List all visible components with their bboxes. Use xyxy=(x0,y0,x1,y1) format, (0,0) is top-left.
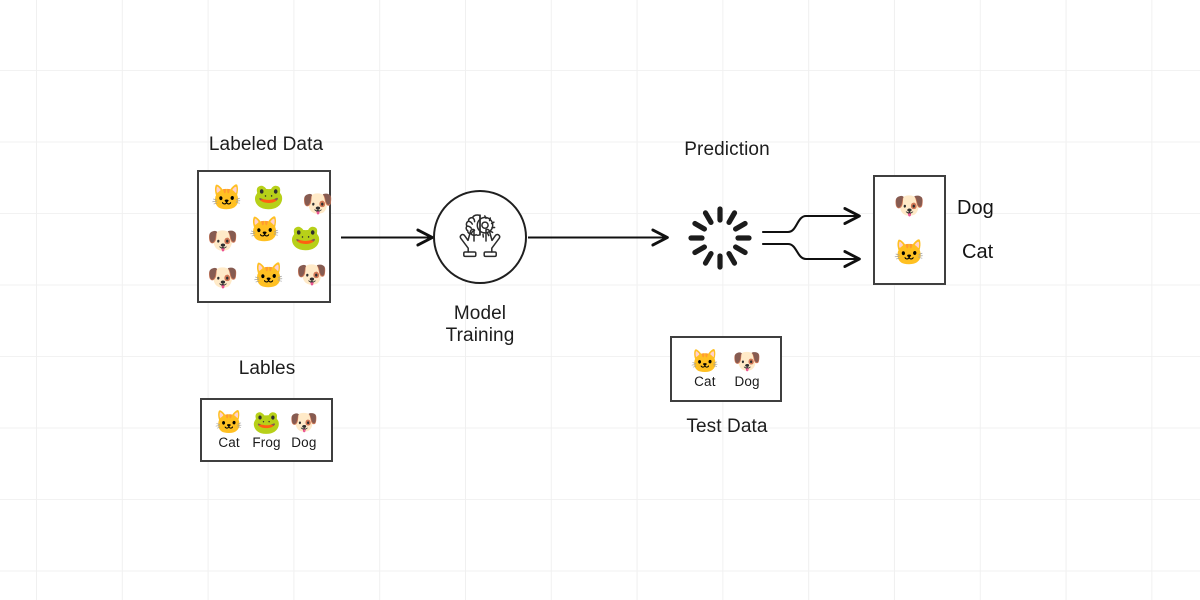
labels-caption: Lables xyxy=(238,358,296,379)
output-box: 🐶 🐱 xyxy=(873,175,946,285)
labels-box: 🐱 Cat 🐸 Frog 🐶 Dog xyxy=(200,398,333,462)
test-data-box: 🐱 Cat 🐶 Dog xyxy=(670,336,782,402)
diagram-canvas: Labeled Data 🐱 🐸 🐶 🐶 🐱 🐸 🐶 🐱 🐶 Lables 🐱 … xyxy=(0,0,1200,600)
emoji-cat: 🐱 xyxy=(211,183,243,212)
labeled-data-row: 🐱 🐸 🐶 xyxy=(207,179,333,218)
emoji-dog: 🐶 xyxy=(296,261,328,290)
label-text: Frog xyxy=(252,435,281,451)
label-tile-dog: 🐶 Dog xyxy=(290,410,319,450)
emoji-cat: 🐱 xyxy=(253,262,285,291)
emoji-frog: 🐸 xyxy=(253,183,285,212)
labeled-data-box: 🐱 🐸 🐶 🐶 🐱 🐸 🐶 🐱 🐶 xyxy=(197,170,333,303)
label-text: Dog xyxy=(291,435,317,451)
test-data-caption: Test Data xyxy=(686,416,768,437)
model-training-caption: Model Training xyxy=(416,303,544,348)
model-training-caption-line1: Model xyxy=(453,303,507,324)
emoji-frog: 🐸 xyxy=(290,224,322,253)
test-tile-cat: 🐱 Cat xyxy=(691,349,720,389)
labeled-data-caption: Labeled Data xyxy=(208,134,324,155)
emoji-dog: 🐶 xyxy=(893,192,926,220)
emoji-dog: 🐶 xyxy=(302,190,334,219)
branch-line-bottom xyxy=(761,242,859,259)
emoji-cat: 🐱 xyxy=(690,347,720,374)
emoji-dog: 🐶 xyxy=(289,408,319,435)
label-text: Cat xyxy=(218,435,240,451)
emoji-dog: 🐶 xyxy=(207,227,239,256)
emoji-dog: 🐶 xyxy=(207,264,239,293)
emoji-frog: 🐸 xyxy=(252,408,281,435)
connector-layer xyxy=(341,0,1200,600)
label-tile-frog: 🐸 Frog xyxy=(252,410,281,450)
model-training-caption-line2: Training xyxy=(445,325,515,347)
emoji-dog: 🐶 xyxy=(732,347,762,374)
prediction-caption: Prediction xyxy=(684,139,770,160)
emoji-cat: 🐱 xyxy=(214,408,244,435)
prediction-node xyxy=(687,205,753,271)
labeled-data-row: 🐶 🐱 🐶 xyxy=(207,256,327,295)
model-training-node xyxy=(433,190,527,284)
loading-spinner-icon xyxy=(688,206,752,270)
output-label-cat: Cat xyxy=(962,241,994,263)
labeled-data-row: 🐶 🐱 🐸 xyxy=(207,218,321,257)
label-text: Dog xyxy=(734,374,760,390)
brain-gear-in-hands-icon xyxy=(459,214,501,258)
branch-line-top xyxy=(761,216,859,234)
emoji-cat: 🐱 xyxy=(249,216,281,245)
output-label-dog: Dog xyxy=(957,197,994,219)
label-text: Cat xyxy=(694,374,716,390)
label-tile-cat: 🐱 Cat xyxy=(215,410,244,450)
emoji-cat: 🐱 xyxy=(893,239,926,267)
test-tile-dog: 🐶 Dog xyxy=(733,349,762,389)
